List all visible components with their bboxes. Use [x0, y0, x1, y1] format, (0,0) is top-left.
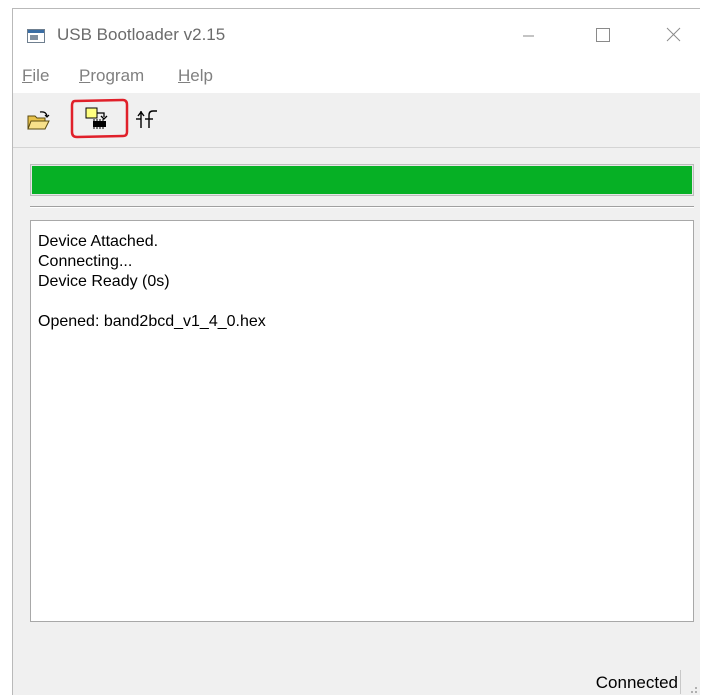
title-bar[interactable]: USB Bootloader v2.15 [13, 9, 700, 59]
log-line: Device Attached. [38, 233, 159, 250]
separator [30, 206, 694, 208]
bootloader-window: USB Bootloader v2.15 File Program Help D… [12, 8, 700, 695]
highlight-annotation [70, 98, 129, 139]
close-button[interactable] [650, 19, 696, 49]
status-separator [680, 670, 681, 694]
open-folder-icon [27, 111, 50, 130]
menu-help[interactable]: Help [178, 66, 213, 86]
log-line: Device Ready (0s) [38, 273, 170, 290]
log-line: Opened: band2bcd_v1_4_0.hex [38, 313, 266, 330]
resize-grip-icon[interactable] [686, 682, 698, 694]
status-bar: Connected [13, 664, 700, 695]
log-line: Connecting... [38, 253, 133, 270]
close-icon [666, 27, 681, 42]
window-title: USB Bootloader v2.15 [57, 25, 226, 44]
maximize-button[interactable] [579, 19, 625, 49]
toolbar [13, 93, 700, 148]
reset-run-icon [136, 110, 157, 128]
menu-bar: File Program Help [13, 59, 700, 93]
open-file-button[interactable] [20, 102, 60, 138]
app-window-icon [27, 29, 45, 43]
minimize-icon [523, 35, 534, 37]
progress-fill [32, 166, 692, 194]
menu-program[interactable]: Program [79, 66, 144, 86]
progress-bar [30, 164, 694, 196]
maximize-icon [596, 28, 610, 42]
log-output[interactable]: Device Attached. Connecting... Device Read… [30, 220, 694, 622]
menu-file[interactable]: File [22, 66, 49, 86]
status-text: Connected [595, 673, 678, 692]
minimize-button[interactable] [505, 19, 551, 49]
reset-run-button[interactable] [131, 102, 171, 138]
